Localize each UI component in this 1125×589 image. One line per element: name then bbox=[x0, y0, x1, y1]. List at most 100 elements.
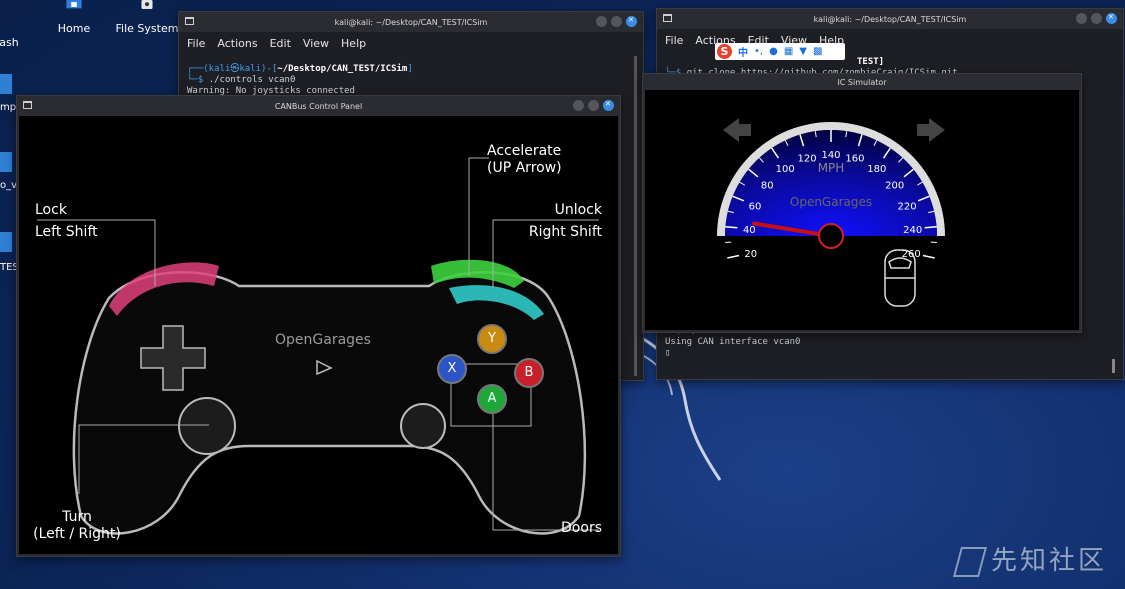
trash-icon bbox=[0, 6, 22, 32]
controller-canvas[interactable]: OpenGarages Y X B A Lock Left Shift Acce… bbox=[19, 116, 618, 554]
desktop-icon-partial-2[interactable] bbox=[0, 152, 12, 172]
ic-display: 20 40 60 80 100 120 140 160 180 200 220 240 260 MPH … bbox=[645, 90, 1079, 330]
button-b[interactable]: B bbox=[514, 358, 544, 388]
unlock-label-line2: Right Shift bbox=[528, 224, 602, 240]
prompt-bracket: ┌── bbox=[187, 64, 204, 74]
terminal2-interface-line: Using CAN interface vcan0 bbox=[665, 337, 801, 347]
speedometer-tick-label: 140 bbox=[821, 150, 840, 161]
terminal1-title: kali@kali: ~/Desktop/CAN_TEST/ICSim bbox=[334, 17, 488, 27]
speed-unit-label: MPH bbox=[818, 161, 845, 175]
filesystem-desktop-icon[interactable]: File System bbox=[114, 0, 180, 35]
menu-help[interactable]: Help bbox=[341, 37, 366, 50]
speedometer-tick-label: 200 bbox=[885, 180, 904, 191]
home-label: Home bbox=[57, 22, 91, 35]
menu-file[interactable]: File bbox=[665, 34, 683, 47]
minimize-button[interactable] bbox=[1076, 13, 1087, 24]
canbus-title: CANBus Control Panel bbox=[274, 101, 363, 111]
watermark-text: 先知社区 bbox=[990, 546, 1107, 576]
menu-view[interactable]: View bbox=[303, 37, 329, 50]
maximize-button[interactable] bbox=[1091, 13, 1102, 24]
terminal2-prompt-line: TEST] bbox=[665, 57, 1115, 68]
speedometer-tick-label: 20 bbox=[744, 249, 757, 260]
speedometer-tick bbox=[727, 254, 740, 259]
maximize-button[interactable] bbox=[588, 100, 599, 111]
cmd-prefix: └─$ bbox=[187, 75, 209, 85]
menu-edit[interactable]: Edit bbox=[270, 37, 291, 50]
close-button[interactable] bbox=[626, 16, 637, 27]
lock-label: Lock Left Shift bbox=[35, 202, 98, 241]
terminal1-prompt-line: ┌──(kali㉿kali)-[~/Desktop/CAN_TEST/ICSim… bbox=[187, 64, 635, 75]
ic-brand-label: OpenGarages bbox=[790, 195, 872, 209]
close-button[interactable] bbox=[603, 100, 614, 111]
accelerate-label-line1: Accelerate bbox=[487, 143, 562, 159]
speedometer-tick-label: 100 bbox=[776, 164, 795, 175]
right-analog-stick-icon bbox=[400, 403, 446, 449]
desktop-label-partial-2: o_v bbox=[0, 180, 18, 191]
desktop-icon-partial-1[interactable] bbox=[0, 74, 12, 94]
maximize-button[interactable] bbox=[611, 16, 622, 27]
accelerate-label: Accelerate (UP Arrow) bbox=[487, 143, 562, 177]
prompt-path-tail: TEST] bbox=[857, 57, 885, 67]
home-desktop-icon[interactable]: Home bbox=[52, 0, 96, 35]
gamepad-brand: OpenGarages bbox=[275, 332, 371, 348]
ic-simulator-window[interactable]: IC Simulator 20 40 60 80 100 120 140 160 180 200 2… bbox=[642, 73, 1082, 333]
canbus-titlebar[interactable]: CANBus Control Panel bbox=[17, 96, 620, 116]
left-turn-arrow-icon bbox=[723, 118, 751, 142]
left-analog-stick-icon bbox=[178, 397, 236, 455]
turn-label-line2: (Left / Right) bbox=[33, 526, 121, 542]
close-button[interactable] bbox=[1106, 13, 1117, 24]
lock-label-line2: Left Shift bbox=[35, 224, 98, 240]
speedometer-tick bbox=[924, 226, 937, 229]
canbus-control-panel-window[interactable]: CANBus Control Panel ✕ OpenGarages Y X B… bbox=[16, 95, 621, 557]
home-folder-icon bbox=[66, 0, 82, 9]
terminal2-titlebar[interactable]: kali@kali: ~/Desktop/CAN_TEST/ICSim bbox=[657, 9, 1123, 29]
speedometer-tick-label: 60 bbox=[749, 201, 762, 212]
unlock-label: Unlock Right Shift bbox=[529, 202, 602, 241]
accelerate-leader-line bbox=[468, 157, 489, 276]
speedometer-tick bbox=[922, 254, 935, 259]
watermark-logo-icon bbox=[952, 546, 988, 577]
button-x[interactable]: X bbox=[437, 354, 467, 384]
menu-file[interactable]: File bbox=[187, 37, 205, 50]
minimize-button[interactable] bbox=[596, 16, 607, 27]
terminal2-title: kali@kali: ~/Desktop/CAN_TEST/ICSim bbox=[813, 14, 967, 24]
turn-label-line1: Turn bbox=[62, 509, 92, 525]
speedometer-face bbox=[725, 130, 937, 236]
desktop-label-partial-1: mp bbox=[0, 102, 17, 113]
prompt-end: ] bbox=[407, 64, 413, 74]
button-y[interactable]: Y bbox=[477, 324, 507, 354]
terminal2-cursor: ▯ bbox=[665, 348, 671, 358]
terminal1-output[interactable]: ┌──(kali㉿kali)-[~/Desktop/CAN_TEST/ICSim… bbox=[179, 54, 643, 101]
gamepad-body bbox=[72, 271, 587, 535]
terminal1-titlebar[interactable]: kali@kali: ~/Desktop/CAN_TEST/ICSim bbox=[179, 12, 643, 32]
speedometer-tick-label: 80 bbox=[761, 180, 774, 191]
prompt-user: (kali㉿kali) bbox=[203, 64, 267, 74]
prompt-sep: -[ bbox=[266, 64, 278, 74]
ic-titlebar[interactable]: IC Simulator bbox=[643, 74, 1081, 90]
speedometer-tick-label: 40 bbox=[743, 225, 756, 236]
terminal2-scrollbar[interactable] bbox=[1112, 359, 1115, 373]
doors-label: Doors bbox=[561, 520, 602, 536]
speedometer-tick-label: 220 bbox=[897, 201, 916, 212]
trash-desktop-icon[interactable]: ash bbox=[0, 6, 24, 49]
terminal1-scrollbar[interactable] bbox=[634, 56, 637, 376]
needle-hub bbox=[818, 223, 844, 249]
lock-label-line1: Lock bbox=[35, 202, 67, 218]
command-text: ./controls vcan0 bbox=[208, 75, 296, 85]
button-a[interactable]: A bbox=[477, 384, 507, 414]
trash-label: ash bbox=[0, 36, 19, 49]
drive-icon bbox=[141, 0, 153, 9]
minimize-button[interactable] bbox=[573, 100, 584, 111]
watermark: 先知社区 bbox=[952, 540, 1107, 577]
accelerate-label-line2: (UP Arrow) bbox=[487, 160, 562, 176]
filesystem-label: File System bbox=[115, 22, 179, 35]
desktop-icon-partial-3[interactable] bbox=[0, 232, 12, 252]
speedometer-tick-label: 240 bbox=[903, 225, 922, 236]
speedometer-tick-label: 160 bbox=[845, 154, 864, 165]
speedometer-tick-label: 180 bbox=[867, 164, 886, 175]
ic-title: IC Simulator bbox=[837, 77, 887, 87]
unlock-label-line1: Unlock bbox=[554, 202, 602, 218]
turn-label: Turn (Left / Right) bbox=[31, 509, 123, 543]
terminal1-command-line: └─$ ./controls vcan0 bbox=[187, 75, 635, 86]
menu-actions[interactable]: Actions bbox=[217, 37, 257, 50]
